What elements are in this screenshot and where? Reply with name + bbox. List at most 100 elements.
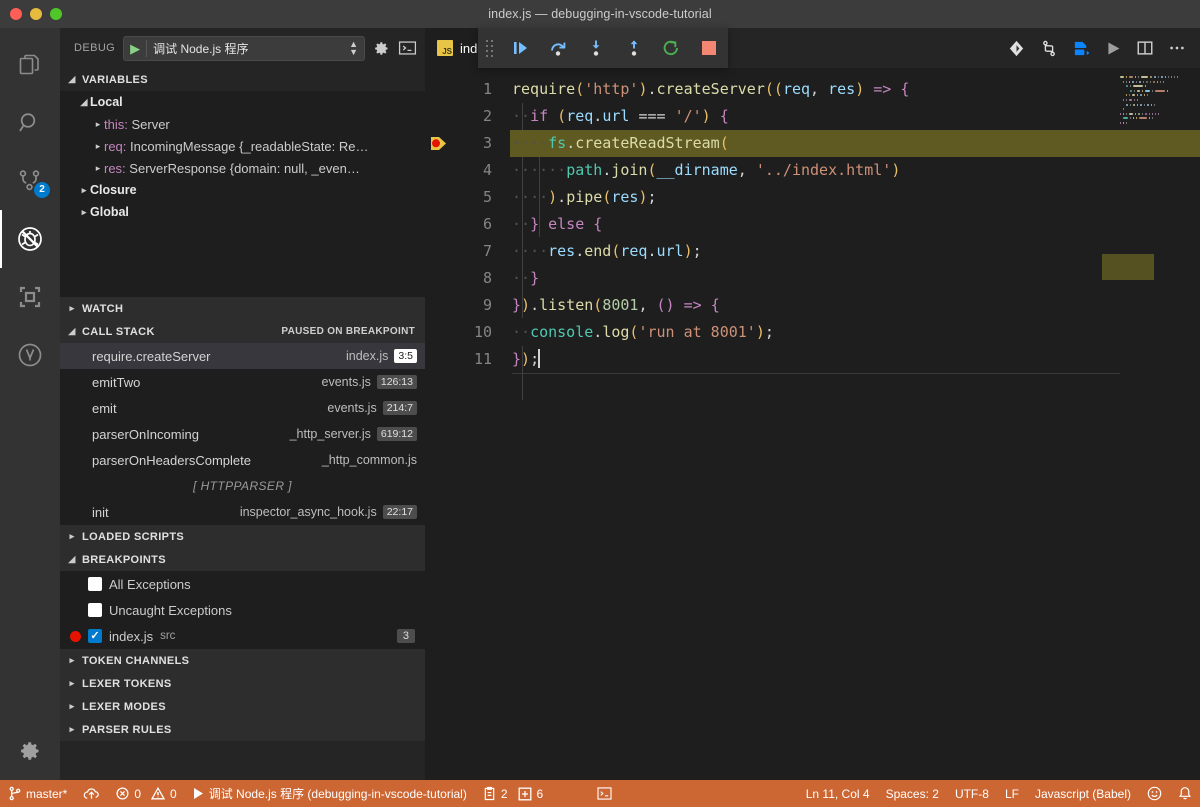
section-call-stack[interactable]: ◢ CALL STACK PAUSED ON BREAKPOINT — [60, 320, 425, 343]
call-stack-frame[interactable]: init inspector_async_hook.js 22:17 — [60, 499, 425, 525]
breakpoint-checkbox[interactable] — [88, 603, 102, 617]
code-token: 'http' — [584, 80, 638, 98]
step-over-button[interactable] — [540, 28, 578, 68]
activity-item-debug[interactable] — [0, 210, 60, 268]
breakpoint-checkbox[interactable] — [88, 629, 102, 643]
status-sync[interactable] — [75, 780, 108, 807]
scope-global[interactable]: ▸ Global — [60, 201, 425, 223]
variable-row[interactable]: ▸ this: Server — [60, 113, 425, 135]
code-line[interactable]: ······path.join(__dirname, '../index.htm… — [510, 157, 1200, 184]
breakpoint-checkbox[interactable] — [88, 577, 102, 591]
code-token: ) — [521, 350, 530, 368]
debug-configuration-select[interactable]: ▶ 调试 Node.js 程序 ▲▼ — [123, 36, 365, 61]
chevron-updown-icon[interactable]: ▲▼ — [349, 40, 358, 56]
status-problems[interactable]: 0 0 — [108, 780, 184, 807]
chevron-right-icon: ▸ — [92, 141, 104, 152]
breakpoint-arrow-icon[interactable] — [431, 136, 447, 151]
activity-item-antlr[interactable] — [0, 326, 60, 384]
editor-scrollbar[interactable] — [1186, 68, 1200, 780]
close-window-button[interactable] — [10, 8, 22, 20]
code-line[interactable]: ····res.end(req.url); — [510, 238, 1200, 265]
status-feedback[interactable] — [1139, 780, 1170, 807]
scope-closure[interactable]: ▸ Closure — [60, 179, 425, 201]
code-line[interactable]: ··if (req.url === '/') { — [510, 103, 1200, 130]
variable-row[interactable]: ▸ req: IncomingMessage {_readableState: … — [60, 135, 425, 157]
more-actions-icon[interactable] — [1168, 39, 1186, 57]
section-lexer-tokens[interactable]: ▸ LEXER TOKENS — [60, 672, 425, 695]
section-breakpoints[interactable]: ◢ BREAKPOINTS — [60, 548, 425, 571]
activity-item-extensions[interactable] — [0, 268, 60, 326]
activity-item-source-control[interactable]: 2 — [0, 152, 60, 210]
cloud-upload-icon — [83, 787, 100, 801]
step-into-button[interactable] — [577, 28, 615, 68]
debug-icon — [16, 225, 44, 253]
breakpoint-row[interactable]: index.js src 3 — [60, 623, 425, 649]
drag-handle-icon[interactable] — [478, 28, 502, 68]
frame-position: 126:13 — [377, 375, 417, 389]
split-editor-icon[interactable] — [1136, 39, 1154, 57]
source-control-graph-icon[interactable] — [1007, 39, 1026, 58]
status-encoding[interactable]: UTF-8 — [947, 780, 997, 807]
section-watch[interactable]: ▸ WATCH — [60, 297, 425, 320]
debug-settings-gear-icon[interactable] — [373, 40, 390, 57]
play-icon[interactable]: ▶ — [130, 42, 140, 55]
run-play-icon[interactable] — [1105, 40, 1122, 57]
status-indentation[interactable]: Spaces: 2 — [878, 780, 947, 807]
code-line[interactable]: ····).pipe(res); — [510, 184, 1200, 211]
call-stack-frame[interactable]: require.createServer index.js 3:5 — [60, 343, 425, 369]
variables-header[interactable]: ◢ VARIABLES — [60, 68, 425, 91]
open-debug-console-icon[interactable] — [398, 40, 417, 56]
editor-gutter[interactable]: 1 2 3 4 5 6 7 8 — [425, 68, 510, 780]
continue-button[interactable] — [502, 28, 540, 68]
call-stack-frame[interactable]: emit events.js 214:7 — [60, 395, 425, 421]
code-line[interactable]: require('http').createServer((req, res) … — [510, 76, 1200, 103]
breakpoints-title: BREAKPOINTS — [82, 554, 166, 566]
activity-item-manage[interactable] — [0, 722, 60, 780]
code-editor[interactable]: 1 2 3 4 5 6 7 8 — [425, 68, 1200, 780]
status-terminal[interactable] — [589, 780, 620, 807]
restart-button[interactable] — [653, 28, 691, 68]
section-lexer-modes[interactable]: ▸ LEXER MODES — [60, 695, 425, 718]
code-line[interactable]: ··console.log('run at 8001'); — [510, 319, 1200, 346]
status-notifications[interactable] — [1170, 780, 1200, 807]
section-parser-rules[interactable]: ▸ PARSER RULES — [60, 718, 425, 741]
status-cursor-position[interactable]: Ln 11, Col 4 — [798, 780, 878, 807]
breakpoint-row[interactable]: Uncaught Exceptions — [60, 597, 425, 623]
call-stack-frame[interactable]: parserOnHeadersComplete _http_common.js — [60, 447, 425, 473]
variable-row[interactable]: ▸ res: ServerResponse {domain: null, _ev… — [60, 157, 425, 179]
scope-local[interactable]: ◢ Local — [60, 91, 425, 113]
activity-item-explorer[interactable] — [0, 36, 60, 94]
section-loaded-scripts[interactable]: ▸ LOADED SCRIPTS — [60, 525, 425, 548]
breakpoint-row[interactable]: All Exceptions — [60, 571, 425, 597]
breakpoint-line-number: 3 — [397, 629, 415, 643]
code-token: } — [512, 350, 521, 368]
code-token — [891, 80, 900, 98]
debug-floating-toolbar[interactable] — [478, 28, 728, 68]
status-branch[interactable]: master* — [0, 780, 75, 807]
stop-button[interactable] — [690, 28, 728, 68]
call-stack-frame[interactable]: emitTwo events.js 126:13 — [60, 369, 425, 395]
code-line[interactable]: }); — [510, 346, 1200, 373]
code-token: req — [620, 242, 647, 260]
compare-changes-icon[interactable] — [1040, 39, 1058, 58]
status-debug-session[interactable]: 调试 Node.js 程序 (debugging-in-vscode-tutor… — [185, 780, 475, 807]
step-out-button[interactable] — [615, 28, 653, 68]
zoom-window-button[interactable] — [50, 8, 62, 20]
activity-item-search[interactable] — [0, 94, 60, 152]
status-language-mode[interactable]: Javascript (Babel) — [1027, 780, 1139, 807]
code-line[interactable]: ··} — [510, 265, 1200, 292]
code-token — [666, 107, 675, 125]
run-file-icon[interactable] — [1072, 39, 1091, 58]
status-eol[interactable]: LF — [997, 780, 1027, 807]
code-token: . — [593, 323, 602, 341]
code-content[interactable]: require('http').createServer((req, res) … — [510, 68, 1200, 780]
call-stack-frame[interactable]: parserOnIncoming _http_server.js 619:12 — [60, 421, 425, 447]
code-line[interactable]: ····fs.createReadStream( — [510, 130, 1200, 157]
frame-file: events.js — [327, 401, 376, 415]
status-tokens[interactable]: 2 6 — [475, 780, 551, 807]
code-line[interactable]: }).listen(8001, () => { — [510, 292, 1200, 319]
window-controls[interactable] — [0, 8, 62, 20]
minimize-window-button[interactable] — [30, 8, 42, 20]
code-line[interactable]: ··} else { — [510, 211, 1200, 238]
section-token-channels[interactable]: ▸ TOKEN CHANNELS — [60, 649, 425, 672]
